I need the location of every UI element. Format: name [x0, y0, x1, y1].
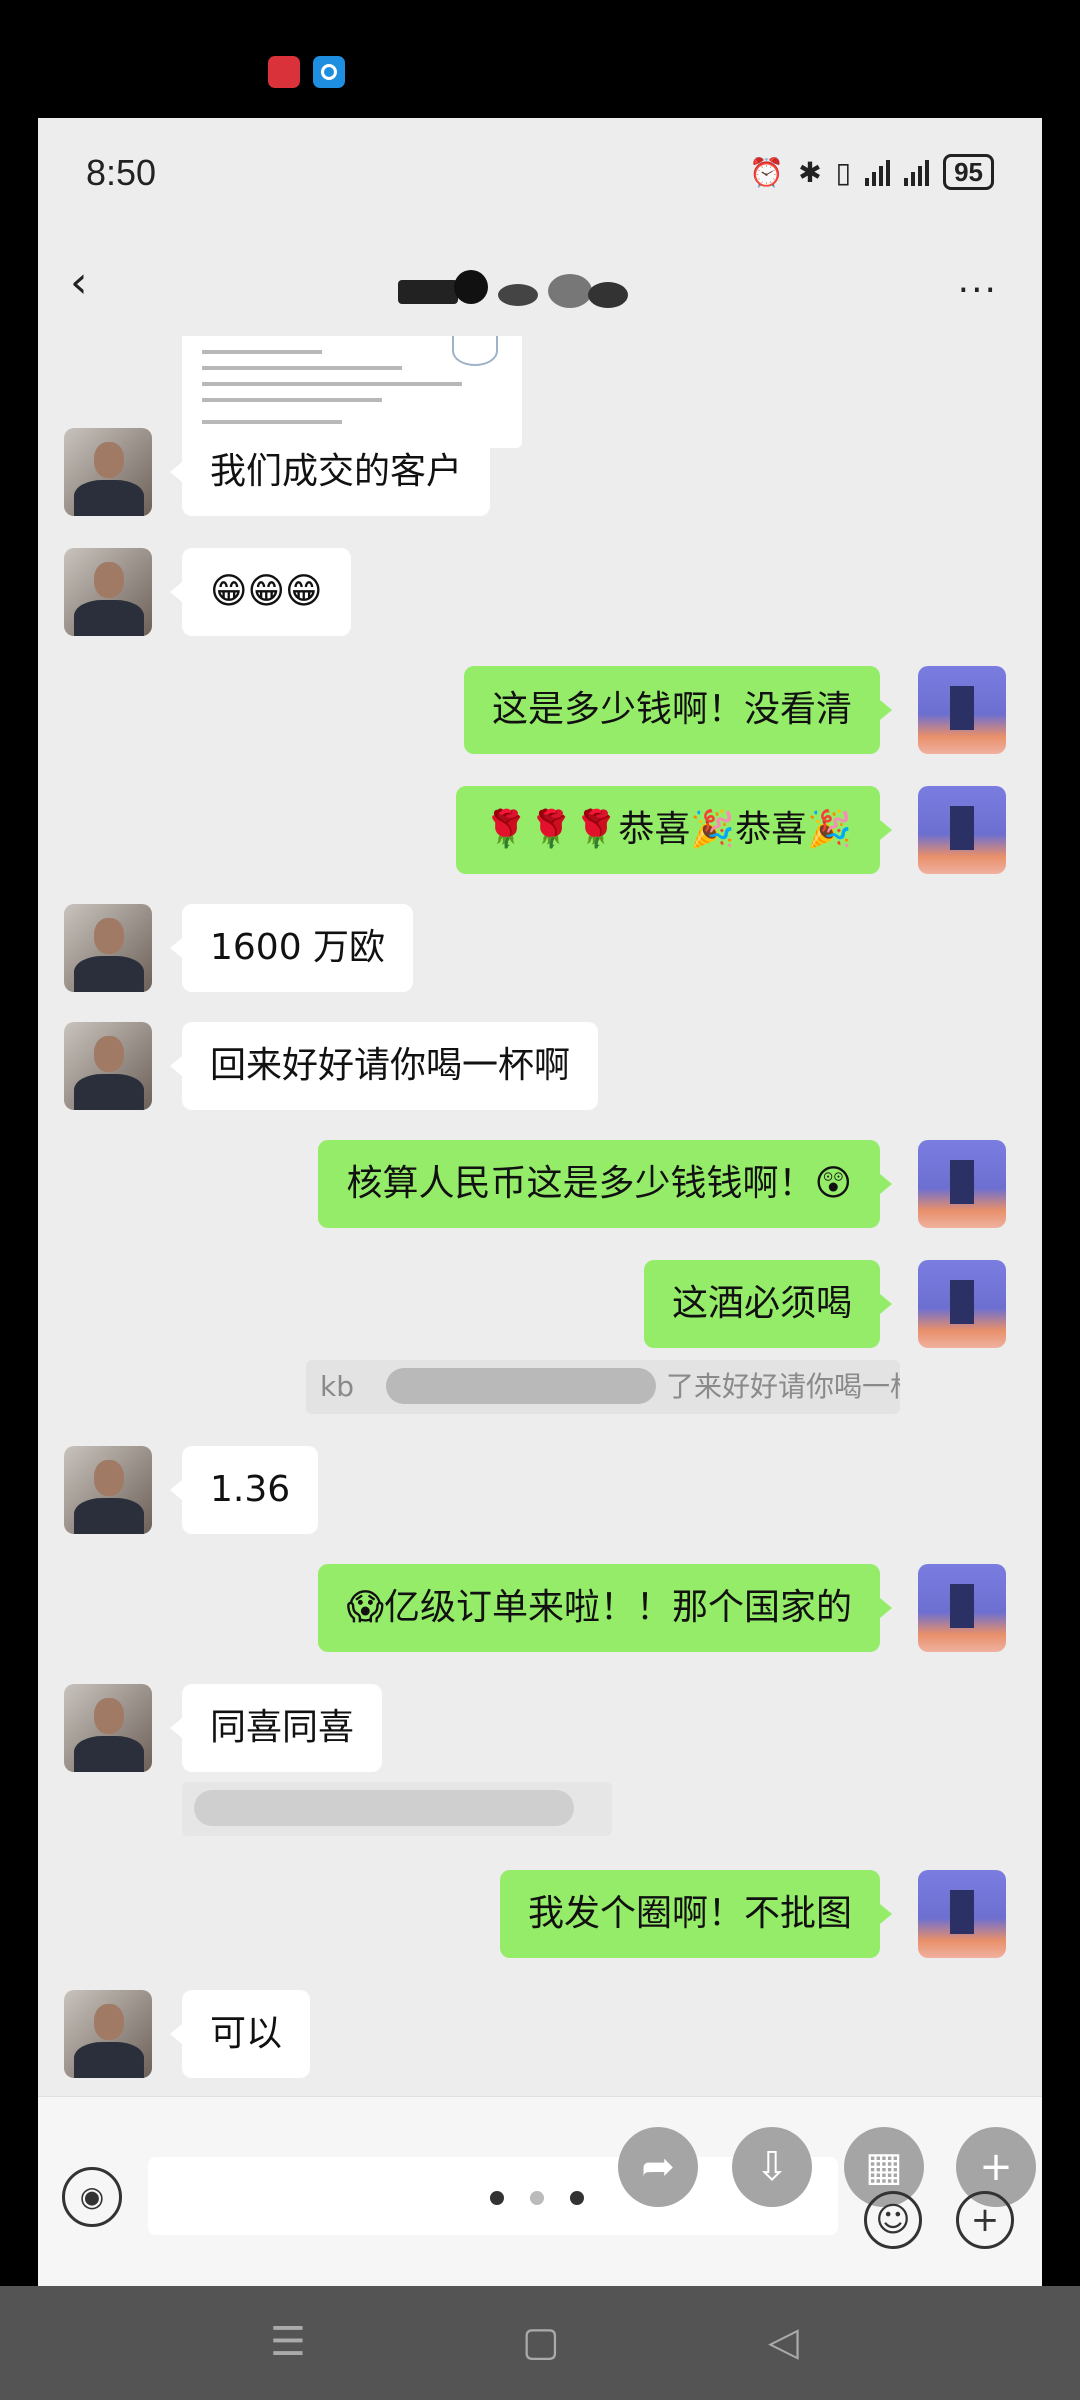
- quote-text: 了来好好请你喝一杯啊: [666, 1370, 900, 1403]
- contact-avatar[interactable]: [64, 548, 152, 636]
- voice-input-icon[interactable]: ◉: [62, 2167, 122, 2227]
- page-dot: [570, 2191, 584, 2205]
- received-message[interactable]: 😁😁😁: [170, 548, 351, 636]
- redacted-area: [194, 1790, 574, 1826]
- contact-avatar[interactable]: [64, 904, 152, 992]
- message-list: 我们成交的客户 😁😁😁 这是多少钱啊！没看清 🌹🌹🌹恭喜🎉恭喜🎉 1600 万欧…: [38, 336, 1042, 2096]
- my-avatar[interactable]: [918, 1260, 1006, 1348]
- battery-indicator: 95: [943, 154, 994, 190]
- page-dot: [530, 2191, 544, 2205]
- received-message[interactable]: 1600 万欧: [169, 904, 414, 992]
- vibrate-icon: ▯: [835, 155, 852, 189]
- my-avatar[interactable]: [918, 1564, 1006, 1652]
- sent-message[interactable]: 😱亿级订单来啦！！那个国家的: [318, 1564, 892, 1652]
- phone-screen: 8:50 ⏰ ✱ ▯ 95 ‹ ··· 我们成交的客户 😁😁😁 这是多少钱啊！没…: [38, 118, 1042, 2286]
- sent-message[interactable]: 我发个圈啊！不批图: [499, 1870, 893, 1958]
- received-message[interactable]: 我们成交的客户: [169, 428, 491, 516]
- home-icon[interactable]: ▢: [522, 2320, 560, 2364]
- contact-avatar[interactable]: [64, 1446, 152, 1534]
- my-avatar[interactable]: [918, 1140, 1006, 1228]
- app-notification-icon: [268, 56, 300, 88]
- input-bar: ◉ ➦ ⇩ ▦ + ☺ +: [38, 2096, 1042, 2286]
- contact-avatar[interactable]: [64, 1022, 152, 1110]
- outer-status-area: [0, 0, 1080, 118]
- my-avatar[interactable]: [918, 786, 1006, 874]
- system-navigation-bar: ☰ ▢ ◁: [0, 2286, 1080, 2400]
- contact-avatar[interactable]: [64, 1990, 152, 2078]
- emoji-button-icon[interactable]: ☺: [864, 2191, 922, 2249]
- bluetooth-icon: ✱: [798, 155, 822, 189]
- my-avatar[interactable]: [918, 666, 1006, 754]
- received-message[interactable]: 1.36: [169, 1446, 319, 1534]
- plus-button-icon[interactable]: +: [956, 2191, 1014, 2249]
- sent-message[interactable]: 核算人民币这是多少钱钱啊！😲: [318, 1140, 892, 1228]
- received-message[interactable]: 可以: [169, 1990, 311, 2078]
- share-icon[interactable]: ➦: [618, 2127, 698, 2207]
- quoted-reply-redacted[interactable]: [182, 1782, 612, 1836]
- quoted-reply[interactable]: kb 了来好好请你喝一杯啊: [306, 1360, 900, 1414]
- back-nav-icon[interactable]: ◁: [768, 2320, 799, 2364]
- sent-message[interactable]: 这是多少钱啊！没看清: [463, 666, 893, 754]
- redacted-area: [386, 1368, 656, 1404]
- back-button[interactable]: ‹: [70, 260, 110, 306]
- browser-notification-icon: [313, 56, 345, 88]
- status-bar: 8:50 ⏰ ✱ ▯ 95: [38, 118, 1042, 230]
- sent-message[interactable]: 🌹🌹🌹恭喜🎉恭喜🎉: [455, 786, 893, 874]
- chat-title-redacted: [398, 270, 698, 310]
- received-message[interactable]: 同喜同喜: [169, 1684, 383, 1772]
- contact-avatar[interactable]: [64, 1684, 152, 1772]
- status-icons: ⏰ ✱ ▯ 95: [749, 154, 994, 190]
- chat-header: ‹ ···: [38, 230, 1042, 336]
- quote-prefix: kb: [320, 1370, 354, 1403]
- sent-message[interactable]: 这酒必须喝: [643, 1260, 893, 1348]
- signal-icon: [865, 158, 891, 186]
- page-dot-active: [490, 2191, 504, 2205]
- contact-avatar[interactable]: [64, 428, 152, 516]
- alarm-icon: ⏰: [749, 155, 785, 189]
- received-message[interactable]: 回来好好请你喝一杯啊: [169, 1022, 599, 1110]
- download-icon[interactable]: ⇩: [732, 2127, 812, 2207]
- signal-icon-2: [904, 158, 930, 186]
- my-avatar[interactable]: [918, 1870, 1006, 1958]
- more-options-button[interactable]: ···: [958, 270, 998, 311]
- menu-icon[interactable]: ☰: [270, 2320, 306, 2364]
- page-indicator: [490, 2191, 584, 2205]
- status-time: 8:50: [86, 152, 157, 193]
